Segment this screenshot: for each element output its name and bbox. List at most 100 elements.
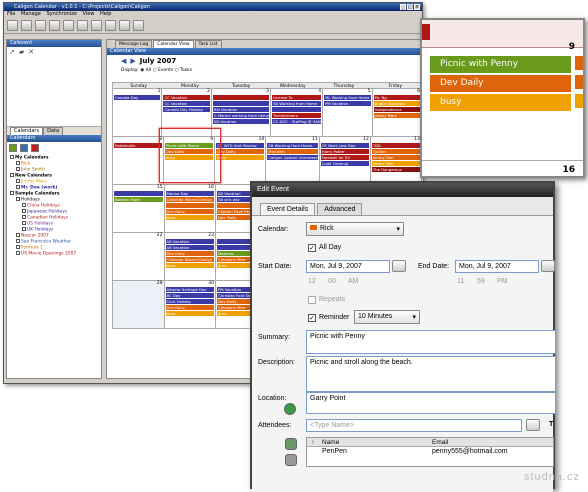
calendar-checkbox[interactable] [22,221,26,225]
end-date-field[interactable]: Mon, Jul 9, 2007 [455,260,539,273]
event-bar[interactable]: Code Cleanup [320,161,369,166]
event-bar[interactable] [212,101,270,106]
remove-attendee-icon[interactable] [285,454,297,466]
filter-all[interactable]: All [146,68,152,73]
event-bar[interactable]: CC Vacation [163,95,210,100]
repeats-checkbox[interactable] [308,296,316,304]
day-cell[interactable]: 29 [113,281,165,329]
tab-task-list[interactable]: Task List [194,40,222,48]
day-cell[interactable]: 12 CE Work Last Day Harry Potter Farewell f… [319,137,371,185]
prev-month-icon[interactable]: ◀ [121,57,126,65]
maximize-button[interactable]: □ [407,4,413,10]
event-bar[interactable]: Calendar Wizard Design [165,197,214,202]
end-hour[interactable]: 11 [457,278,464,285]
menu-help[interactable]: Help [100,11,111,17]
event-bar[interactable]: SB Working from Home [267,143,318,148]
arrow-icon[interactable]: ➚ [9,48,15,56]
menu-view[interactable]: View [83,11,95,17]
delete-button[interactable] [35,20,46,31]
start-minute[interactable]: 00 [328,278,336,285]
event-bar[interactable]: PM Vacation [324,101,371,106]
filter-tasks[interactable]: Tasks [180,68,192,73]
tab-event-details[interactable]: Event Details [260,203,316,215]
start-date-field[interactable]: Mon, Jul 9, 2007 [306,260,390,273]
event-bar[interactable]: AB Vacation [165,245,214,250]
event-bar[interactable]: CE Work Last Day [320,143,369,148]
event-bar[interactable]: Ratatouille [114,143,163,148]
event-bar[interactable]: Canada Day Holiday [163,107,210,112]
tab-calendars[interactable]: Calendars [10,127,44,135]
calendar-checkbox[interactable] [10,191,14,195]
event-bar[interactable]: ML Working from Home [324,95,371,100]
calendar-tree-item[interactable]: US Movie Openings 2007 [10,251,98,257]
event-bar[interactable]: TBD [371,143,420,148]
calendar-checkbox[interactable] [16,185,20,189]
tab-calendar-view[interactable]: Calendar View [153,40,194,48]
end-minute[interactable]: 59 [477,278,485,285]
day-cell[interactable]: 30 Alberta Heritage Day BC Day Civic Holida… [164,281,216,329]
event-bar[interactable]: CC DOC - Staffing @ 9AM [272,119,322,124]
calendar-checkbox[interactable] [16,161,20,165]
email-column-header[interactable]: Email [429,438,553,446]
event-bar[interactable] [212,95,270,100]
calendar-checkbox[interactable] [16,239,20,243]
description-field[interactable]: Picnic and stroll along the beach. [306,356,556,392]
close-icon[interactable]: ✕ [28,48,34,56]
calendar-select[interactable]: Rick ▾ [306,222,404,236]
day-cell[interactable]: 8 Ratatouille [113,137,165,185]
allday-checkbox[interactable]: ✓ [308,244,316,252]
event-bar[interactable]: SB Vacation [212,119,270,124]
tab-data[interactable]: Data [43,127,64,135]
close-button[interactable]: × [414,4,420,10]
day-cell[interactable]: 6 Mr. Ng Dublin Adjusted Independence Jimmy … [372,89,422,137]
tab-advanced[interactable]: Advanced [317,203,363,215]
calendar-checkbox[interactable] [16,179,20,183]
day-cell[interactable]: 4 License To SB Working from Home Transform… [271,89,324,137]
start-hour[interactable]: 12 [308,278,316,285]
event-bar[interactable]: busy [165,263,214,268]
calendar-checkbox[interactable] [22,203,26,207]
event-bar[interactable] [272,107,322,112]
event-bar[interactable]: Civic Holiday [165,299,214,304]
table-row[interactable]: PenPen penny555@hotmail.com [307,447,553,457]
event-bar[interactable]: Farewell for SV [320,155,369,160]
zoom-event-bar[interactable]: Picnic with Penny [430,56,571,73]
calendar-checkbox[interactable] [22,227,26,231]
week-view-button[interactable] [63,20,74,31]
attendee-input[interactable]: <Type Name> [306,419,522,432]
delete-calendar-icon[interactable] [31,144,39,152]
add-calendar-icon[interactable] [9,144,17,152]
add-attendee-icon[interactable] [285,438,297,450]
event-bar[interactable]: SB Working from Home [272,101,322,106]
export-button[interactable] [133,20,144,31]
event-bar[interactable]: Jimmy Tom [371,155,420,160]
end-calendar-picker-icon[interactable] [541,260,555,272]
event-bar[interactable]: Canada Day [114,95,161,100]
next-month-icon[interactable]: ▶ [130,57,135,65]
filter-events[interactable]: Events [158,68,173,73]
event-bar[interactable]: Proclaim [267,149,318,154]
print-button[interactable] [91,20,102,31]
day-cell[interactable]: 15 Bastian Right [113,185,165,233]
summary-field[interactable]: Picnic with Penny [306,330,556,354]
folder-icon[interactable]: ▰ [19,48,24,56]
day-cell[interactable]: 1 Canada Day [113,89,163,137]
reminder-checkbox[interactable]: ✓ [308,314,316,322]
new-task-button[interactable] [21,20,32,31]
event-bar[interactable]: Transformers [272,113,322,118]
calendar-checkbox[interactable] [22,209,26,213]
import-button[interactable] [119,20,130,31]
address-book-icon[interactable] [526,419,540,431]
event-bar[interactable]: Jimmy Tom [371,161,420,166]
calendar-checkbox[interactable] [16,251,20,255]
name-column-header[interactable]: Name [319,438,429,446]
event-bar[interactable]: Calendar Wizard Design [165,257,214,262]
day-cell[interactable]: 16 Marine Day Calendar Wizard Design Dev Da… [164,185,216,233]
event-bar[interactable]: Dev Daily [165,305,214,310]
menu-manage[interactable]: Manage [21,11,41,17]
event-bar[interactable]: Dev Daily [216,149,265,154]
event-bar[interactable]: busy [165,311,214,316]
event-bar[interactable]: Jimmy Mars [373,113,420,118]
calendar-checkbox[interactable] [16,167,20,171]
calendar-checkbox[interactable] [10,155,14,159]
